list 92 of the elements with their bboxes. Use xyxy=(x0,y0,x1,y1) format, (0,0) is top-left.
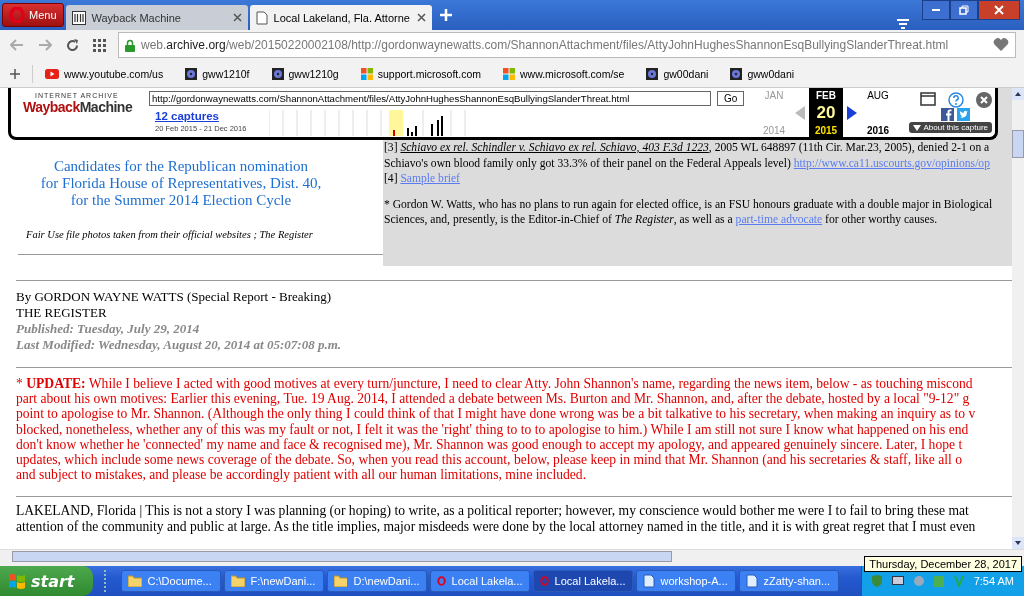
network-icon[interactable] xyxy=(891,576,904,586)
update-text: updates, which include some news coverage of the debate. So, when you read this account, below, please keep in mind that Mr. Shannon (and his secretaries & staff, like all o xyxy=(16,452,963,468)
close-icon xyxy=(994,5,1004,15)
taskbar-button[interactable]: Local Lakela... xyxy=(429,570,530,592)
add-bookmark-icon[interactable] xyxy=(10,68,20,79)
lock-icon xyxy=(125,38,135,52)
modified-date: Last Modified: Wednesday, August 20, 2014 at 05:07:08 p.m. xyxy=(16,337,342,353)
help-icon[interactable] xyxy=(948,92,964,108)
vertical-scrollbar[interactable] xyxy=(1012,88,1024,549)
go-button[interactable]: Go xyxy=(717,91,745,106)
next-capture-icon[interactable] xyxy=(847,105,857,120)
heart-icon[interactable] xyxy=(993,38,1009,52)
article-text: LAKELAND, Florida | This is not a story I was planning (or hoping) to write, as a political reporter; however, my conscience would bother me were I to fail to bring these mat xyxy=(16,503,970,519)
taskbar-button[interactable]: zZatty-shan... xyxy=(738,570,839,592)
windows-logo-icon xyxy=(360,67,373,80)
byline-text: By GORDON WAYNE WATTS (Special Report - Breaking) xyxy=(16,289,332,305)
caret-icon xyxy=(912,124,921,131)
photo-caption: Fair Use file photos taken from their official websites ; The Register xyxy=(26,229,314,240)
taskbar-button[interactable]: D:\newDani... xyxy=(326,570,427,592)
calendar-column[interactable]: FEB 20 2015 xyxy=(809,88,843,137)
note-text: [4] Sample brief xyxy=(384,171,461,187)
address-bar[interactable]: web.archive.org/web/20150220002108/http://gordonwaynewatts.com/ShannonAttachment/files/AttyJohnHughesShannonEsqBullyingSlanderThreat.html xyxy=(118,32,1016,58)
update-text: and subject to mistakes, and please be accordingly patient with all our human limitations, mine included. xyxy=(16,467,588,483)
update-text: part about his own motives: Earlier this evening, Tue. 19 Aug. 2014, I attended a debate between Ms. Burton and Mr. Shannon, and, after the debate, hosted by a local "9-12" g xyxy=(16,391,971,407)
clock: 7:54 AM xyxy=(973,575,1014,587)
note-text: Sciences, and, presently, is the Editor-in-Chief of The Register, as well as a part-time advocate for other worthy causes. xyxy=(384,212,939,228)
update-text: *UPDATE: While I believe I acted with good motives at every turn/juncture, I need to clear Atty. John Shannon's name, regarding the news item, below - as touching miscond xyxy=(16,376,974,392)
bookmark[interactable]: gww0dani xyxy=(730,67,795,80)
opera-logo-icon xyxy=(539,574,549,588)
close-icon[interactable] xyxy=(976,92,992,108)
published-date: Published: Tuesday, July 29, 2014 xyxy=(16,321,201,337)
checkmark-icon[interactable] xyxy=(953,575,964,587)
campaign-heading: Candidates for the Republican nomination for Florida House of Representatives, Dist. 40, for the Summer 2014 Election Cycle xyxy=(39,158,323,209)
scroll-down-icon[interactable] xyxy=(1012,537,1024,549)
calendar-column[interactable]: AUG 2016 xyxy=(861,88,895,137)
browser-tab[interactable]: Local Lakeland, Fla. Attorne xyxy=(249,5,432,30)
about-capture-button[interactable]: About this capture xyxy=(908,122,992,133)
bookmark[interactable]: support.microsoft.com xyxy=(360,67,481,80)
captures-link[interactable]: 12 captures xyxy=(155,110,219,122)
grid-icon[interactable] xyxy=(93,38,106,52)
tab-menu-icon[interactable] xyxy=(896,18,910,30)
start-button[interactable]: start xyxy=(0,566,93,596)
windows-logo-icon xyxy=(8,573,26,589)
bookmark[interactable]: gw00dani xyxy=(646,67,709,80)
note-text: [3] Schiavo ex rel. Schindler v. Schiavo ex rel. Schiavo, 403 F.3d 1223, 2005 WL 648897 (11th Cir. Mar.23, 2005), denied 2-1 on a xyxy=(384,140,991,156)
folder-icon xyxy=(333,575,348,587)
note-text: Schiavo's own blood family only got 33.3% of their panel on the Federal Appeals level) http://www.ca11.uscourts.gov/opinions/op xyxy=(384,155,991,171)
window-icon[interactable] xyxy=(920,92,936,106)
disc-icon xyxy=(271,67,284,80)
disc-icon xyxy=(730,67,743,80)
windows-logo-icon xyxy=(503,67,515,80)
close-button[interactable] xyxy=(978,0,1020,20)
update-text: point to apologise to Mr. Shannon. (Although the only thing I could think of that I might have done wrong was be a bit talkative to his secretary, when making an inquiry as to v xyxy=(16,406,977,422)
minimize-icon xyxy=(932,9,940,11)
note-text: * Gordon W. Watts, who has no plans to run again for elected office, is an FSU honours graduate with a double major in Biological xyxy=(384,196,994,212)
document-icon xyxy=(642,574,655,588)
update-text: don't know whether he 'connected' my name and face & recognised me), Mr. Shannon was good enough to accept my apology, and appeared genuinely sincere. Later, I hope t xyxy=(16,436,964,452)
bookmark[interactable]: www.microsoft.com/se xyxy=(503,67,625,80)
facebook-icon[interactable] xyxy=(941,108,954,121)
restore-button[interactable] xyxy=(950,0,978,20)
taskbar-button[interactable]: Local Lakela... xyxy=(532,570,633,592)
date-tooltip: Thursday, December 28, 2017 xyxy=(864,556,1022,572)
page-icon xyxy=(255,10,268,25)
document-icon xyxy=(745,574,758,588)
bookmark[interactable]: gww1210f xyxy=(185,67,250,80)
disc-icon xyxy=(185,67,198,80)
minimize-button[interactable] xyxy=(922,0,950,20)
reload-icon[interactable] xyxy=(66,38,79,52)
restore-icon xyxy=(959,5,969,15)
play-icon xyxy=(45,68,59,79)
url-input[interactable]: http://gordonwaynewatts.com/ShannonAttachment/files/AttyJohnHughesShannonEsqBullyingSlanderThreat.html xyxy=(149,91,711,106)
disc-icon xyxy=(646,67,659,80)
browser-tab[interactable]: Wayback Machine xyxy=(65,5,248,30)
close-icon[interactable] xyxy=(416,13,426,22)
taskbar-button[interactable]: workshop-A... xyxy=(635,570,736,592)
bookmark[interactable]: gww1210g xyxy=(271,67,339,80)
taskbar-button[interactable]: F:\newDani... xyxy=(223,570,324,592)
update-text: blocked, nonetheless, whether any of this was my fault or not, I felt it was the 'right' thing to to to apologise to him.) While I am still not sure I know what happened on his end xyxy=(16,421,970,437)
opera-logo-icon xyxy=(436,574,446,588)
scroll-up-icon[interactable] xyxy=(1012,88,1024,100)
opera-logo-icon xyxy=(9,7,25,23)
folder-icon xyxy=(127,575,142,587)
taskbar-button[interactable]: C:\Docume... xyxy=(120,570,221,592)
folder-icon xyxy=(230,575,245,587)
article-text: attention of the community and public at large. As the title implies, major misdeeds were done by the local attorney named in the title, and it is with great regret that I must even xyxy=(16,518,977,534)
bookmark[interactable]: www.youtube.com/us xyxy=(45,67,164,80)
menu-button[interactable]: Menu xyxy=(2,3,64,27)
close-icon[interactable] xyxy=(232,13,242,22)
new-tab-icon[interactable] xyxy=(439,9,452,21)
byline-text: THE REGISTER xyxy=(16,305,108,321)
scroll-thumb[interactable] xyxy=(1012,130,1024,158)
archive-building-icon xyxy=(71,10,86,25)
